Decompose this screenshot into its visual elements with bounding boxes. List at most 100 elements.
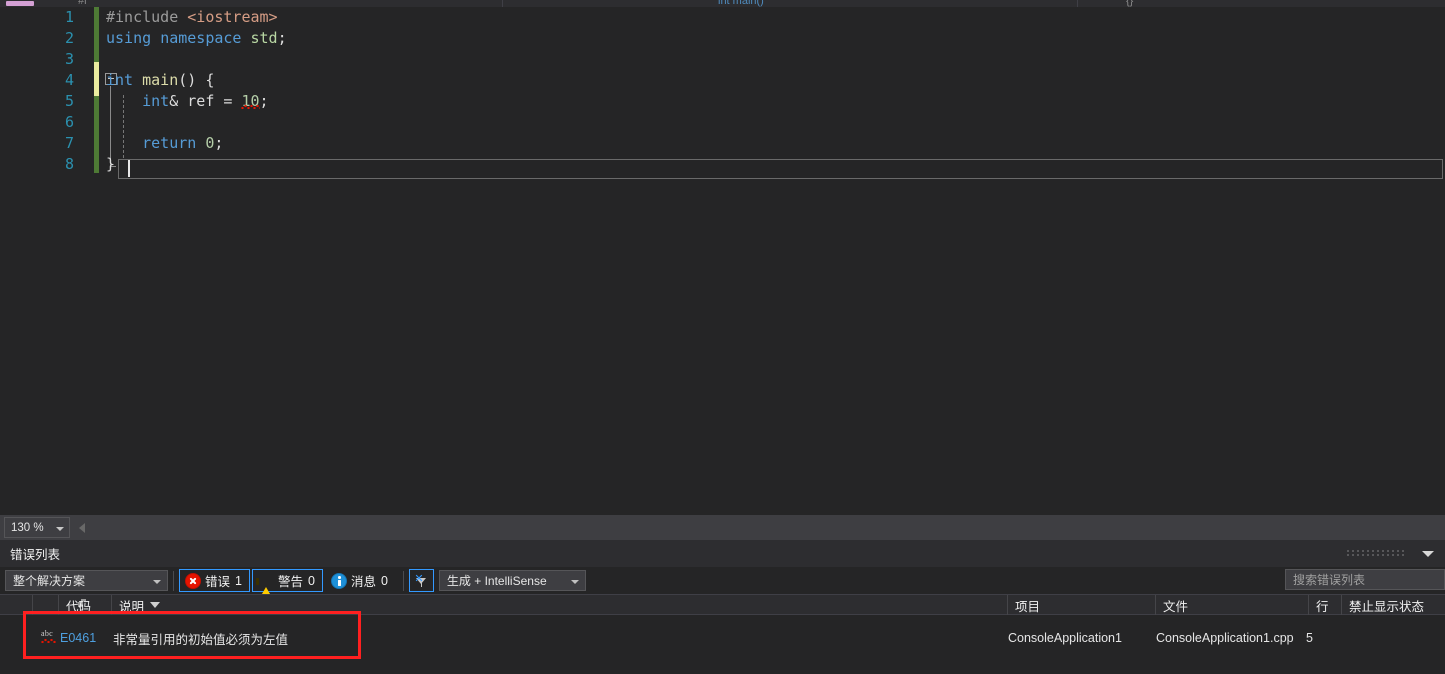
line-text: using namespace std;	[106, 28, 287, 49]
warning-icon	[257, 572, 274, 601]
code-token: }	[106, 155, 116, 173]
scope-dropdown[interactable]: 整个解决方案	[5, 570, 168, 591]
code-token: int	[106, 71, 134, 89]
code-line[interactable]: 1 #include <iostream>	[0, 7, 1445, 28]
build-source-dropdown[interactable]: 生成 + IntelliSense	[438, 570, 586, 591]
code-line[interactable]: 3	[0, 49, 1445, 70]
intellisense-error-icon: abc	[41, 630, 57, 645]
chevron-down-icon	[56, 527, 64, 531]
code-token: 0	[205, 134, 215, 152]
line-text: }	[106, 154, 115, 175]
line-number: 1	[64, 8, 74, 26]
filter-messages-label: 消息	[350, 575, 376, 589]
navbar-member-text: {}	[1126, 0, 1134, 7]
error-list-title-bar[interactable]: 错误列表	[0, 540, 1445, 567]
code-line[interactable]: 5 int& ref = 10;	[0, 91, 1445, 112]
filter-messages-count: 0	[380, 573, 388, 588]
line-number: 8	[64, 155, 74, 173]
code-token: int	[142, 92, 170, 110]
error-squiggle-underline	[241, 105, 260, 109]
line-number: 3	[64, 50, 74, 68]
line-number: 5	[64, 92, 74, 110]
column-header-description-label: 说明	[119, 599, 145, 614]
code-line[interactable]: 2 using namespace std;	[0, 28, 1445, 49]
zoom-level-dropdown[interactable]: 130 %	[4, 517, 70, 538]
toolbar-separator	[173, 570, 174, 591]
filter-clear-icon: ✕	[414, 573, 427, 587]
build-source-value: 生成 + IntelliSense	[446, 574, 547, 588]
column-header-file[interactable]: 文件	[1155, 595, 1308, 615]
navbar-member-dropdown[interactable]: {}	[1078, 0, 1445, 7]
filter-warnings-label: 警告	[277, 575, 303, 589]
filter-messages-button[interactable]: 消息 0	[325, 569, 396, 592]
column-header-line-label: 行	[1316, 599, 1329, 614]
code-editor[interactable]: 1 #include <iostream> 2 using namespace std…	[0, 7, 1445, 515]
line-text: #include <iostream>	[106, 7, 278, 28]
navbar-scope-dropdown[interactable]: int main()	[503, 0, 1078, 7]
scope-value: 整个解决方案	[13, 574, 86, 588]
code-text-area[interactable]: 1 #include <iostream> 2 using namespace std…	[0, 7, 1445, 515]
chevron-down-icon	[153, 580, 161, 584]
chevron-down-icon	[570, 580, 579, 584]
visual-studio-window: #i int main() {} 1 #include <iostream> 2 u	[0, 0, 1445, 674]
column-header-project-label: 项目	[1015, 599, 1041, 614]
error-list-title: 错误列表	[10, 548, 61, 562]
code-token: main	[142, 71, 179, 89]
error-list-column-headers: 代码 说明 项目 文件 行 禁止显示状态	[0, 594, 1445, 615]
column-header-file-label: 文件	[1163, 599, 1189, 614]
line-number: 4	[64, 71, 74, 89]
code-line[interactable]: 4 int main() {	[0, 70, 1445, 91]
code-token: ;	[277, 29, 287, 47]
code-token: return	[142, 134, 197, 152]
line-text: int& ref = 10;	[106, 91, 268, 112]
code-token: & ref =	[169, 92, 242, 110]
table-row[interactable]: abc E0461 非常量引用的初始值必须为左值 ConsoleApplicat…	[0, 627, 1445, 649]
error-icon	[185, 572, 201, 589]
search-placeholder: 搜索错误列表	[1293, 573, 1366, 587]
column-header-code-label: 代码	[66, 599, 92, 614]
sort-descending-icon	[150, 602, 161, 608]
navbar-project-text: #i	[78, 0, 87, 7]
code-line[interactable]: 6	[0, 112, 1445, 133]
filter-errors-button[interactable]: 错误 1	[179, 569, 250, 592]
project-swatch-icon	[6, 1, 34, 6]
info-icon	[330, 572, 347, 589]
row-severity-icon-cell: abc	[41, 627, 59, 649]
row-code: E0461	[60, 631, 97, 645]
row-description: 非常量引用的初始值必须为左值	[113, 632, 289, 647]
column-header-project[interactable]: 项目	[1007, 595, 1155, 615]
column-header-description[interactable]: 说明	[111, 595, 1007, 615]
column-header-suppression[interactable]: 禁止显示状态	[1341, 595, 1445, 615]
search-input[interactable]: 搜索错误列表	[1285, 569, 1445, 590]
code-token: () {	[178, 71, 215, 89]
chevron-down-icon[interactable]	[1422, 551, 1434, 557]
code-token: using	[106, 29, 152, 47]
code-token: namespace	[160, 29, 242, 47]
navbar-project-dropdown[interactable]: #i	[0, 0, 503, 7]
horizontal-scroll-left-arrow[interactable]	[79, 522, 85, 533]
row-line: 5	[1306, 631, 1313, 645]
column-header-code[interactable]: 代码	[58, 595, 111, 615]
filter-warnings-button[interactable]: 警告 0	[251, 569, 323, 601]
clear-filter-button[interactable]: ✕	[408, 569, 434, 592]
error-list-rows: abc E0461 非常量引用的初始值必须为左值 ConsoleApplicat…	[0, 615, 1445, 674]
line-text: int main() {	[106, 70, 214, 91]
row-file: ConsoleApplication1.cpp	[1156, 631, 1294, 645]
code-line[interactable]: 8}	[0, 154, 1445, 175]
code-line[interactable]: 7 return 0;	[0, 133, 1445, 154]
code-token: #include	[106, 8, 188, 26]
tool-window-drag-handle[interactable]	[1347, 550, 1405, 558]
line-number: 2	[64, 29, 74, 47]
navigation-bar-strip: #i int main() {}	[0, 0, 1445, 7]
error-list-toolbar: 整个解决方案 错误 1 警告 0 消息 0 ✕ 生成 + IntelliSens…	[0, 567, 1445, 601]
zoom-level-value: 130 %	[11, 521, 44, 534]
line-number: 7	[64, 134, 74, 152]
column-header-suppression-label: 禁止显示状态	[1349, 599, 1425, 614]
code-token: <iostream>	[187, 8, 278, 26]
column-header-line[interactable]: 行	[1308, 595, 1341, 615]
